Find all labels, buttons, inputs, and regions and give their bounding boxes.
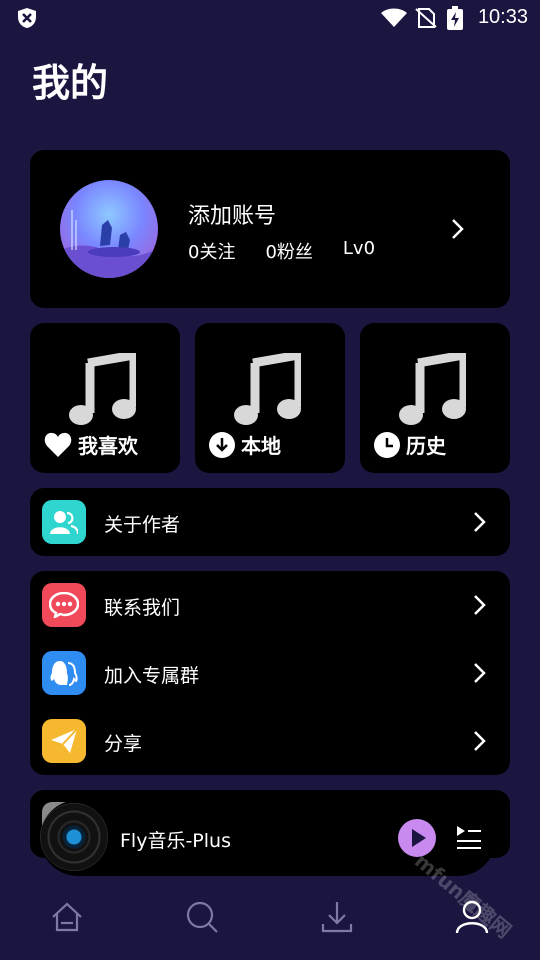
shield-icon: [18, 8, 36, 28]
vinyl-disc-icon[interactable]: [40, 803, 108, 871]
following-count[interactable]: 0关注: [188, 238, 235, 264]
status-time: 10:33: [477, 6, 528, 28]
chevron-right-icon: [474, 731, 486, 751]
music-note-icon: [234, 353, 301, 425]
heart-icon: [44, 432, 72, 457]
menu-item-share[interactable]: 分享: [30, 707, 510, 775]
music-note-icon: [399, 353, 466, 425]
status-bar: 10:33: [0, 0, 540, 36]
menu-item-about[interactable]: 关于作者: [30, 488, 510, 556]
history-card[interactable]: 历史: [360, 323, 510, 473]
playlist-icon[interactable]: [456, 824, 482, 850]
home-icon[interactable]: [50, 900, 84, 934]
share-label: 分享: [104, 733, 143, 755]
no-sim-icon: [415, 8, 437, 28]
favorites-card[interactable]: 我喜欢: [30, 323, 180, 473]
local-text: 本地: [241, 434, 281, 458]
chevron-right-icon[interactable]: [446, 218, 468, 240]
download-icon[interactable]: [320, 900, 354, 934]
clock-icon: [374, 431, 400, 458]
contact-label: 联系我们: [104, 597, 181, 619]
group-label: 加入专属群: [104, 665, 200, 687]
history-text: 历史: [406, 434, 446, 458]
favorites-text: 我喜欢: [78, 434, 138, 458]
paper-plane-icon: [42, 719, 86, 763]
page-title: 我的: [32, 61, 109, 105]
download-circle-icon: [209, 431, 235, 458]
avatar[interactable]: [60, 180, 158, 278]
history-label: 历史: [374, 430, 446, 459]
profile-card[interactable]: 添加账号 0关注 0粉丝 Lv0: [30, 150, 510, 308]
profile-stats: 0关注 0粉丝 Lv0: [188, 238, 375, 264]
favorites-label: 我喜欢: [44, 430, 138, 459]
chevron-right-icon: [474, 512, 486, 532]
menu-item-contact[interactable]: 联系我们: [30, 571, 510, 639]
music-note-icon: [69, 353, 136, 425]
local-card[interactable]: 本地: [195, 323, 345, 473]
chat-bubble-icon: [42, 583, 86, 627]
wifi-icon: [381, 8, 407, 27]
chevron-right-icon: [474, 595, 486, 615]
local-label: 本地: [209, 430, 281, 459]
followers-count[interactable]: 0粉丝: [265, 238, 312, 264]
battery-icon: [447, 6, 463, 30]
chevron-right-icon: [474, 663, 486, 683]
search-icon[interactable]: [185, 900, 219, 934]
player-track-title: Fly音乐-Plus: [120, 830, 231, 852]
qq-group-icon: [42, 651, 86, 695]
profile-name: 添加账号: [188, 204, 277, 229]
about-label: 关于作者: [104, 514, 181, 536]
menu-item-group[interactable]: 加入专属群: [30, 639, 510, 707]
contacts-icon: [42, 500, 86, 544]
level-badge: Lv0: [342, 238, 376, 259]
